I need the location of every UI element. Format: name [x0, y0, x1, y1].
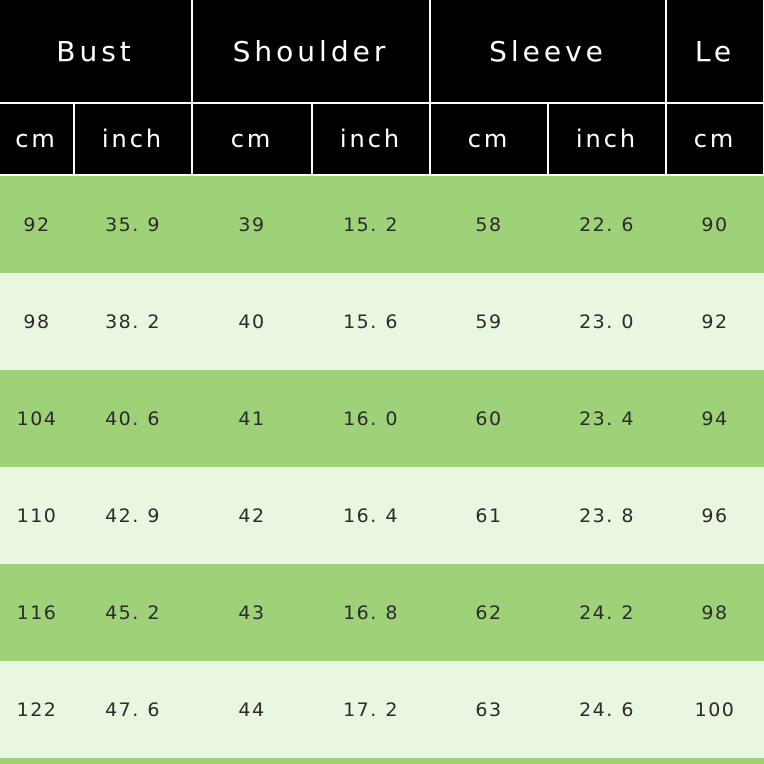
cell-shoulder-inch: 15. 2 — [312, 175, 430, 273]
cell-bust-inch: 42. 9 — [74, 467, 192, 564]
cell-bust-cm: 116 — [0, 564, 74, 661]
cell-partial-3 — [192, 758, 312, 764]
column-group-bust: Bust — [0, 0, 193, 104]
table-row: 110 42. 9 42 16. 4 61 23. 8 96 — [0, 467, 764, 564]
cell-bust-inch: 38. 2 — [74, 273, 192, 370]
cell-sleeve-cm: 59 — [430, 273, 548, 370]
cell-sleeve-inch: 24. 6 — [548, 661, 666, 758]
cell-bust-cm: 104 — [0, 370, 74, 467]
unit-shoulder-inch: inch — [312, 103, 431, 176]
cell-sleeve-inch: 23. 4 — [548, 370, 666, 467]
column-group-sleeve: Sleeve — [430, 0, 667, 104]
cell-shoulder-cm: 44 — [192, 661, 312, 758]
cell-shoulder-cm: 42 — [192, 467, 312, 564]
cell-bust-inch: 40. 6 — [74, 370, 192, 467]
cell-shoulder-inch: 15. 6 — [312, 273, 430, 370]
cell-sleeve-cm: 58 — [430, 175, 548, 273]
cell-sleeve-cm: 60 — [430, 370, 548, 467]
cell-shoulder-inch: 16. 8 — [312, 564, 430, 661]
unit-bust-inch: inch — [74, 103, 193, 176]
cell-shoulder-cm: 40 — [192, 273, 312, 370]
unit-sleeve-cm: cm — [430, 103, 549, 176]
cell-shoulder-cm: 43 — [192, 564, 312, 661]
cell-partial-1 — [0, 758, 74, 764]
cell-sleeve-cm: 61 — [430, 467, 548, 564]
cell-length-cm: 98 — [666, 564, 764, 661]
column-group-length: Le — [666, 0, 764, 104]
cell-bust-cm: 92 — [0, 175, 74, 273]
unit-length-cm: cm — [666, 103, 764, 176]
table-header-unit-row: cm inch cm inch cm inch cm — [0, 103, 764, 176]
cell-bust-inch: 35. 9 — [74, 175, 192, 273]
cell-length-cm: 94 — [666, 370, 764, 467]
cell-bust-cm: 110 — [0, 467, 74, 564]
table-row: 122 47. 6 44 17. 2 63 24. 6 100 — [0, 661, 764, 758]
cell-length-cm: 90 — [666, 175, 764, 273]
table-row: 104 40. 6 41 16. 0 60 23. 4 94 — [0, 370, 764, 467]
cell-shoulder-inch: 17. 2 — [312, 661, 430, 758]
cell-length-cm: 92 — [666, 273, 764, 370]
table-row: 116 45. 2 43 16. 8 62 24. 2 98 — [0, 564, 764, 661]
cell-shoulder-cm: 39 — [192, 175, 312, 273]
cell-bust-cm: 98 — [0, 273, 74, 370]
cell-partial-4 — [312, 758, 430, 764]
table-row: 98 38. 2 40 15. 6 59 23. 0 92 — [0, 273, 764, 370]
cell-partial-5 — [430, 758, 548, 764]
cell-sleeve-inch: 23. 0 — [548, 273, 666, 370]
cell-sleeve-inch: 22. 6 — [548, 175, 666, 273]
cell-length-cm: 100 — [666, 661, 764, 758]
cell-bust-cm: 122 — [0, 661, 74, 758]
cell-bust-inch: 45. 2 — [74, 564, 192, 661]
cell-partial-6 — [548, 758, 666, 764]
table-row: 92 35. 9 39 15. 2 58 22. 6 90 — [0, 175, 764, 273]
table-header-group-row: Bust Shoulder Sleeve Le — [0, 0, 764, 104]
unit-sleeve-inch: inch — [548, 103, 667, 176]
cell-shoulder-inch: 16. 4 — [312, 467, 430, 564]
size-chart-table: Bust Shoulder Sleeve Le cm inch cm inch … — [0, 0, 764, 764]
cell-partial-7 — [666, 758, 764, 764]
unit-bust-cm: cm — [0, 103, 75, 176]
cell-shoulder-inch: 16. 0 — [312, 370, 430, 467]
unit-shoulder-cm: cm — [192, 103, 313, 176]
cell-sleeve-inch: 24. 2 — [548, 564, 666, 661]
cell-bust-inch: 47. 6 — [74, 661, 192, 758]
cell-length-cm: 96 — [666, 467, 764, 564]
column-group-shoulder: Shoulder — [192, 0, 431, 104]
cell-sleeve-cm: 63 — [430, 661, 548, 758]
table-row-partial — [0, 758, 764, 764]
cell-partial-2 — [74, 758, 192, 764]
cell-sleeve-inch: 23. 8 — [548, 467, 666, 564]
cell-shoulder-cm: 41 — [192, 370, 312, 467]
cell-sleeve-cm: 62 — [430, 564, 548, 661]
size-chart-page: Bust Shoulder Sleeve Le cm inch cm inch … — [0, 0, 764, 764]
